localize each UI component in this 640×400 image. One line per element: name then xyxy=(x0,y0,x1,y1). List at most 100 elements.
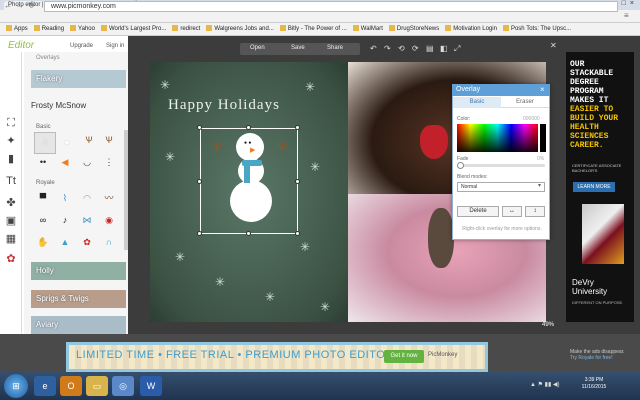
text-icon[interactable]: Tt xyxy=(4,174,18,188)
overlay-group-sprigs[interactable]: Sprigs & Twigs xyxy=(31,290,126,308)
redo-icon[interactable]: ↷ xyxy=(384,44,391,53)
glasses-icon[interactable]: ∞ xyxy=(36,214,50,226)
url-input[interactable]: www.picmonkey.com xyxy=(44,1,618,12)
layers-icon[interactable]: ▤ xyxy=(426,44,434,53)
picmonkey-logo[interactable]: Editor xyxy=(8,40,34,51)
start-button[interactable]: ⊞ xyxy=(4,374,28,398)
overlay-group-holly[interactable]: Holly xyxy=(31,262,126,280)
flip-vertical-icon[interactable]: ↕ xyxy=(525,206,545,217)
get-it-now-button[interactable]: Get it now xyxy=(384,350,424,363)
mustache-icon[interactable]: 〰 xyxy=(102,192,116,204)
earmuff-icon[interactable]: ◠ xyxy=(80,192,94,204)
bookmark-item[interactable]: Bitly - The Power of ... xyxy=(279,23,347,35)
butterfly-icon[interactable]: ✤ xyxy=(4,196,18,210)
color-spectrum[interactable] xyxy=(457,124,538,152)
delete-button[interactable]: Delete xyxy=(457,206,499,217)
bookmark-item[interactable]: Apps xyxy=(6,23,28,35)
chevron-down-icon[interactable]: ▾ xyxy=(538,182,541,189)
bookmark-item[interactable]: DrugStoreNews xyxy=(388,23,439,35)
redo-all-icon[interactable]: ⟳ xyxy=(412,44,419,53)
fade-slider-knob[interactable] xyxy=(457,162,464,169)
close-editor-icon[interactable]: ✕ xyxy=(550,41,557,50)
top-hat-icon[interactable]: ▀ xyxy=(36,192,50,204)
lipstick-icon[interactable]: ▮ xyxy=(4,152,18,166)
learn-more-button[interactable]: LEARN MORE xyxy=(573,182,615,192)
bowtie-icon[interactable]: ⋈ xyxy=(80,214,94,226)
crop-icon[interactable]: ⛶ xyxy=(4,116,18,130)
undo-all-icon[interactable]: ⟲ xyxy=(398,44,405,53)
tab-eraser[interactable]: Eraser xyxy=(501,97,549,108)
open-button[interactable]: Open xyxy=(250,45,265,51)
chrome-icon[interactable]: ◎ xyxy=(112,376,134,396)
resize-handle[interactable] xyxy=(197,231,202,236)
undo-icon[interactable]: ↶ xyxy=(370,44,377,53)
bookmark-item[interactable]: redirect xyxy=(172,23,200,35)
flip-horizontal-icon[interactable]: ↔ xyxy=(502,206,522,217)
snowman-sticker-icon[interactable]: ☃ xyxy=(38,136,52,148)
twig-arm-icon[interactable]: Ѱ xyxy=(82,134,96,146)
lips-icon[interactable]: ◉ xyxy=(102,214,116,226)
palette-close-icon[interactable]: × xyxy=(540,84,545,96)
pipe-icon[interactable]: ♪ xyxy=(58,214,72,226)
ad-line: STACKABLE xyxy=(570,69,614,78)
outlook-icon[interactable]: O xyxy=(60,376,82,396)
menu-icon[interactable]: ≡ xyxy=(624,11,629,20)
zoom-level: 49% xyxy=(542,322,555,328)
compare-icon[interactable]: ◧ xyxy=(440,44,448,53)
reload-icon[interactable]: ↻ xyxy=(28,1,35,10)
mitten-icon[interactable]: ✋ xyxy=(36,236,50,248)
buttons-icon[interactable]: ⋮ xyxy=(102,156,116,168)
frame-icon[interactable]: ▣ xyxy=(4,214,18,228)
share-button[interactable]: Share xyxy=(327,45,343,51)
bookmark-item[interactable]: Walgreens Jobs and... xyxy=(206,23,274,35)
hat-icon[interactable]: ▲ xyxy=(58,236,72,248)
overlay-palette-title[interactable]: Overlay xyxy=(452,84,550,96)
resize-handle[interactable] xyxy=(295,179,300,184)
back-icon[interactable]: ← xyxy=(4,1,12,10)
upgrade-link[interactable]: Upgrade xyxy=(70,43,93,49)
ie-icon[interactable]: e xyxy=(34,376,56,396)
forward-icon[interactable]: → xyxy=(16,1,24,10)
overlay-group-flakery[interactable]: Flakery xyxy=(31,70,126,88)
bookmark-item[interactable]: World's Largest Pro... xyxy=(100,23,166,35)
resize-handle[interactable] xyxy=(246,231,251,236)
system-tray[interactable]: ▲ ⚑ ▮▮ ◀) xyxy=(530,381,560,388)
snowflake-icon: ✳ xyxy=(215,275,226,289)
color-hex-input[interactable]: 000000 xyxy=(523,116,540,122)
word-icon[interactable]: W xyxy=(140,376,162,396)
bookmark-item[interactable]: Motivation Login xyxy=(445,23,497,35)
clock[interactable]: 3:39 PM 11/16/2015 xyxy=(574,377,614,391)
bookmark-item[interactable]: Yahoo xyxy=(70,23,95,35)
blend-mode-select[interactable]: Normal xyxy=(457,182,545,192)
panel-scrollbar[interactable] xyxy=(124,130,128,250)
resize-handle[interactable] xyxy=(295,231,300,236)
headphones-icon[interactable]: ∩ xyxy=(102,236,116,248)
bookmark-item[interactable]: Reading xyxy=(33,23,64,35)
resize-handle[interactable] xyxy=(246,125,251,130)
coal-smile-icon[interactable]: ◡ xyxy=(80,156,94,168)
texture-icon[interactable]: ▦ xyxy=(4,232,18,246)
try-royale-link[interactable]: Try Royale for free! xyxy=(570,355,634,361)
coal-eyes-icon[interactable]: •• xyxy=(36,156,50,168)
color-swatch-current[interactable] xyxy=(540,124,546,152)
seasonal-icon[interactable]: ✿ xyxy=(4,252,18,266)
fit-icon[interactable]: ⤢ xyxy=(454,44,460,54)
carrot-nose-icon[interactable]: ◀ xyxy=(58,156,72,168)
snowball-sticker-icon[interactable]: ● xyxy=(60,136,74,148)
fade-slider[interactable] xyxy=(457,164,545,167)
sign-in-link[interactable]: Sign in xyxy=(106,43,124,49)
flower-icon[interactable]: ✿ xyxy=(80,236,94,248)
bookmark-item[interactable]: Posh Tots: The Upsc... xyxy=(502,23,571,35)
save-button[interactable]: Save xyxy=(291,45,305,51)
explorer-icon[interactable]: ▭ xyxy=(86,376,108,396)
scarf-icon[interactable]: ⌇ xyxy=(58,192,72,204)
resize-handle[interactable] xyxy=(197,125,202,130)
resize-handle[interactable] xyxy=(295,125,300,130)
twig-arm-right-icon[interactable]: Ѱ xyxy=(102,134,116,146)
resize-handle[interactable] xyxy=(197,179,202,184)
tab-basic[interactable]: Basic xyxy=(453,97,501,108)
magic-wand-icon[interactable]: ✦ xyxy=(4,134,18,148)
bottom-ad-text: LIMITED TIME • FREE TRIAL • PREMIUM PHOT… xyxy=(76,349,394,361)
bookmark-item[interactable]: WalMart xyxy=(352,23,383,35)
overlay-group-aviary[interactable]: Aviary xyxy=(31,316,126,334)
